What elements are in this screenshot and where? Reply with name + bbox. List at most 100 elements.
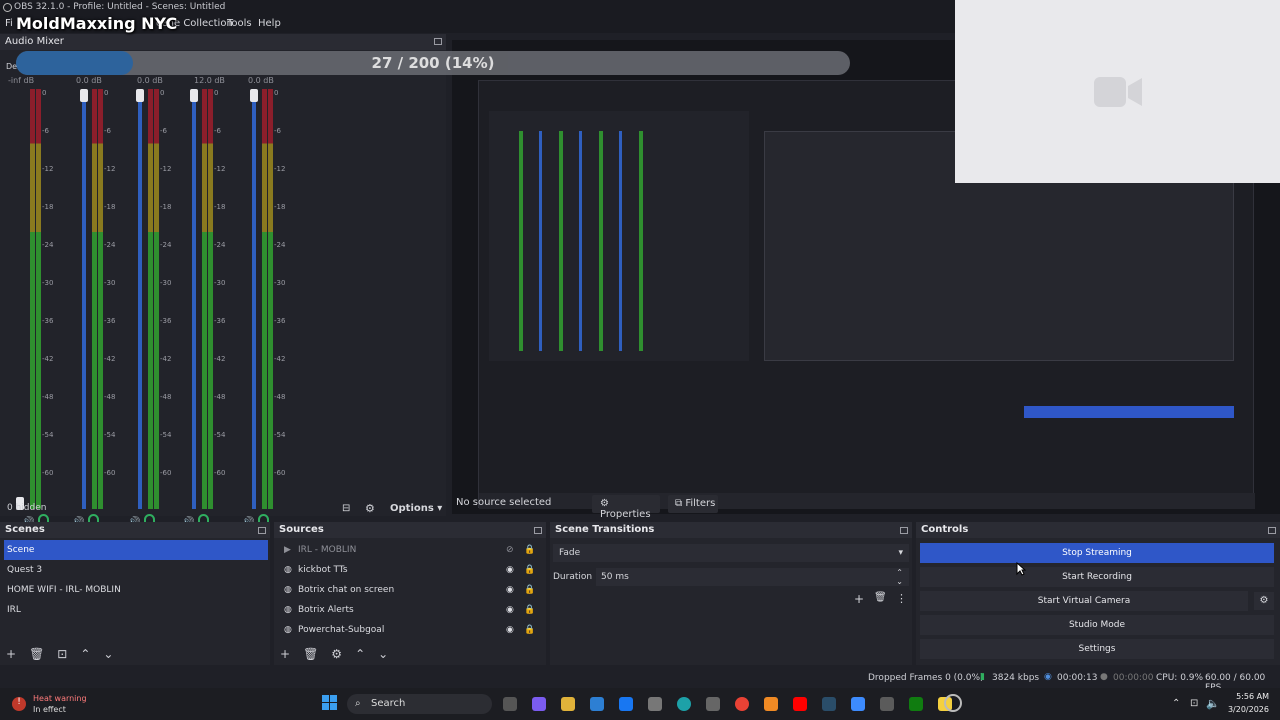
calculator-icon[interactable] — [706, 697, 720, 711]
obs-taskbar-icon[interactable] — [944, 694, 962, 712]
studio-mode-button[interactable]: Studio Mode — [920, 615, 1274, 635]
add-icon[interactable]: + — [6, 647, 16, 661]
db-scale: 0 -6 -12 -18 -24 -30 -36 -42 -48 -54 -60 — [274, 89, 292, 509]
menu-help[interactable]: Help — [258, 18, 281, 29]
lock-icon[interactable]: 🔒 — [524, 620, 535, 640]
dock-float-icon[interactable] — [434, 38, 442, 45]
source-item[interactable]: ▶ IRL - MOBLIN ⊘ 🔒 — [278, 540, 540, 560]
down-icon[interactable]: ⌄ — [378, 647, 388, 661]
filters-button[interactable]: ⧉ Filters — [668, 495, 718, 513]
taskbar-search[interactable]: ⌕ Search — [347, 694, 492, 714]
up-icon[interactable]: ⌃ — [355, 647, 365, 661]
db-tick-label: -30 — [104, 279, 116, 287]
app-icon[interactable] — [648, 697, 662, 711]
task-view-icon[interactable] — [503, 697, 517, 711]
gear-icon[interactable]: ⚙ — [331, 647, 342, 661]
youtube-icon[interactable] — [793, 697, 807, 711]
app-icon[interactable] — [880, 697, 894, 711]
eye-icon[interactable]: ◉ — [506, 580, 514, 600]
fader-knob[interactable] — [136, 89, 144, 102]
volume-icon[interactable]: 🔈 — [1206, 697, 1220, 710]
scene-item[interactable]: HOME WIFI - IRL- MOBLIN — [4, 580, 268, 600]
scene-item[interactable]: Quest 3 — [4, 560, 268, 580]
add-transition-icon[interactable]: + — [854, 592, 864, 606]
volume-fader[interactable] — [138, 89, 142, 509]
properties-button[interactable]: ⚙ Properties — [592, 495, 660, 520]
transition-select[interactable]: Fade ▾ — [553, 544, 909, 562]
lock-icon[interactable]: 🔒 — [524, 600, 535, 620]
menu-file[interactable]: Fi — [5, 18, 13, 29]
duration-input[interactable]: 50 ms ⌃ ⌄ — [596, 568, 909, 586]
xbox-icon[interactable] — [909, 697, 923, 711]
more-options-icon[interactable]: ⋮ — [896, 592, 907, 605]
copilot-icon[interactable] — [532, 697, 546, 711]
start-virtual-camera-button[interactable]: Start Virtual Camera — [920, 591, 1248, 611]
volume-fader[interactable] — [192, 89, 196, 509]
scenes-toolbar: + 🗑 ⊡ ⌃ ⌄ — [6, 647, 126, 661]
facebook-icon[interactable] — [619, 697, 633, 711]
volume-fader[interactable] — [82, 89, 86, 509]
network-icon[interactable]: ⊡ — [1190, 698, 1198, 709]
db-tick-label: -30 — [160, 279, 172, 287]
lock-icon[interactable]: 🔒 — [524, 560, 535, 580]
up-icon[interactable]: ⌃ — [80, 647, 90, 661]
clock-date[interactable]: 3/20/2026 — [1223, 705, 1269, 714]
fader-knob[interactable] — [190, 89, 198, 102]
trash-icon[interactable]: 🗑 — [29, 647, 44, 661]
steam-icon[interactable] — [822, 697, 836, 711]
visibility-off-icon[interactable]: ⊘ — [506, 540, 514, 560]
down-icon[interactable]: ⌄ — [103, 647, 113, 661]
eye-icon[interactable]: ◉ — [506, 560, 514, 580]
browser-source-icon: ◍ — [284, 605, 292, 615]
add-icon[interactable]: + — [280, 647, 290, 661]
browser-source-icon: ◍ — [284, 565, 292, 575]
db-tick-label: -48 — [214, 393, 226, 401]
source-item[interactable]: ◍ kickbot TTs ◉ 🔒 — [278, 560, 540, 580]
eye-icon[interactable]: ◉ — [506, 620, 514, 640]
db-tick-label: -24 — [274, 241, 286, 249]
app-icon[interactable] — [851, 697, 865, 711]
start-recording-button[interactable]: Start Recording — [920, 567, 1274, 587]
db-tick-label: -24 — [214, 241, 226, 249]
windows-start-icon[interactable] — [322, 695, 338, 711]
scenes-dock-icon[interactable] — [258, 527, 266, 534]
stop-streaming-button[interactable]: Stop Streaming — [920, 543, 1274, 563]
source-item[interactable]: ◍ Powerchat-Subgoal ◉ 🔒 — [278, 620, 540, 640]
db-scale: 0 -6 -12 -18 -24 -30 -36 -42 -48 -54 -60 — [42, 89, 60, 509]
source-item[interactable]: ◍ Botrix chat on screen ◉ 🔒 — [278, 580, 540, 600]
lock-icon[interactable]: 🔒 — [524, 540, 535, 560]
edge-icon[interactable] — [677, 697, 691, 711]
tray-chevron-icon[interactable]: ⌃ — [1172, 698, 1180, 709]
source-item[interactable]: ◍ Botrix Alerts ◉ 🔒 — [278, 600, 540, 620]
trash-icon[interactable]: 🗑 — [303, 647, 318, 661]
volume-fader[interactable] — [252, 89, 256, 509]
store-icon[interactable] — [590, 697, 604, 711]
sources-dock-icon[interactable] — [534, 527, 542, 534]
settings-button[interactable]: Settings — [920, 639, 1274, 659]
filter-icon[interactable]: ⊡ — [57, 647, 67, 661]
fader-knob[interactable] — [80, 89, 88, 102]
chrome-icon[interactable] — [735, 697, 749, 711]
mixer-settings-icon[interactable]: ⚙ — [365, 502, 375, 515]
lock-icon[interactable]: 🔒 — [524, 580, 535, 600]
db-tick-label: -12 — [274, 165, 286, 173]
clock-time[interactable]: 5:56 AM — [1223, 692, 1269, 701]
eye-icon[interactable]: ◉ — [506, 600, 514, 620]
transitions-dock-icon[interactable] — [900, 527, 908, 534]
menu-tools[interactable]: Tools — [227, 18, 252, 29]
controls-dock-icon[interactable] — [1268, 527, 1276, 534]
file-explorer-icon[interactable] — [561, 697, 575, 711]
db-tick-label: -24 — [104, 241, 116, 249]
mixer-channel: 0-6-12-18-24-30-36-42-48-54-60🔊 — [128, 89, 196, 528]
mixer-layout-icon[interactable]: ⊟ — [342, 503, 350, 514]
fader-knob[interactable] — [250, 89, 258, 102]
mixer-options-button[interactable]: Options ▾ — [390, 503, 442, 514]
virtual-camera-settings-icon[interactable]: ⚙ — [1254, 592, 1274, 610]
nested-mixer — [489, 111, 749, 361]
scene-item[interactable]: IRL — [4, 600, 268, 620]
nested-stop-streaming — [1024, 406, 1234, 418]
overlay-progress-bar: 27 / 200 (14%) — [16, 51, 850, 75]
scene-item[interactable]: Scene — [4, 540, 268, 560]
vlc-icon[interactable] — [764, 697, 778, 711]
remove-transition-icon[interactable]: 🗑 — [874, 592, 887, 603]
